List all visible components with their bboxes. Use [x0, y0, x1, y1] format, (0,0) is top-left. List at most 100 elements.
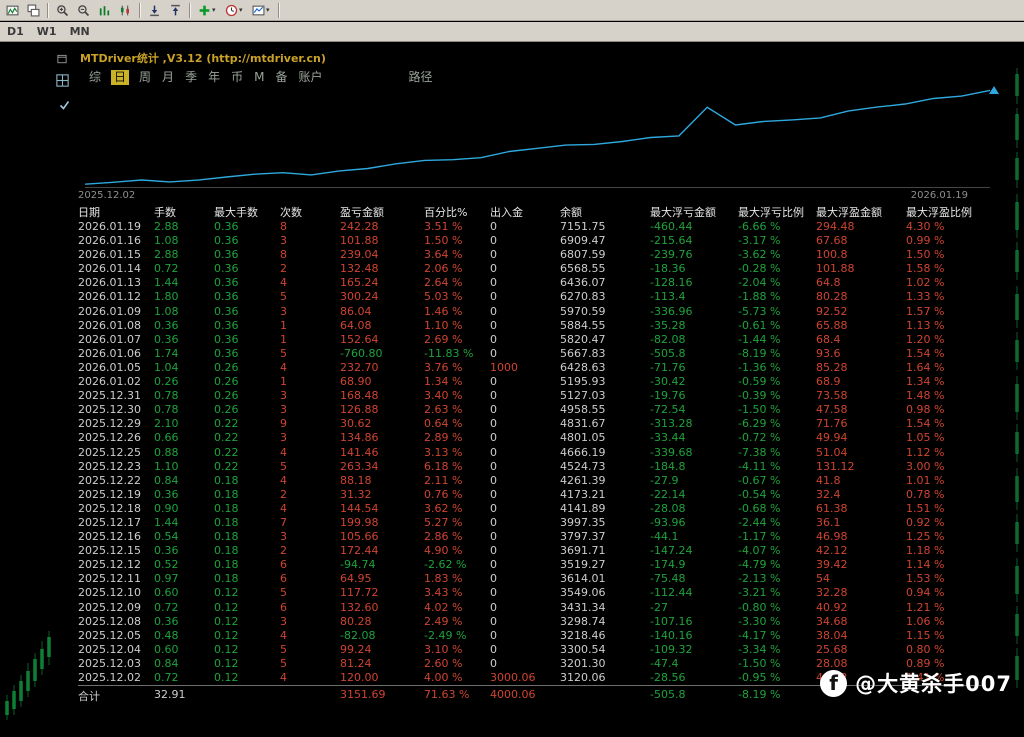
template-chart-icon[interactable]	[248, 2, 268, 19]
tab-月[interactable]: 月	[161, 70, 175, 85]
table-row[interactable]: 2025.12.040.600.12599.243.10 %03300.54-1…	[78, 643, 986, 657]
zoom-in-icon[interactable]	[52, 2, 72, 19]
table-cell: 0.90	[154, 502, 214, 516]
table-cell: 3431.34	[560, 601, 650, 615]
table-row[interactable]: 2025.12.292.100.22930.620.64 %04831.67-3…	[78, 417, 986, 431]
table-cell: 2025.12.08	[78, 615, 154, 629]
tab-币[interactable]: 币	[230, 70, 244, 85]
table-row[interactable]: 2025.12.220.840.18488.182.11 %04261.39-2…	[78, 474, 986, 488]
table-cell: 3614.01	[560, 572, 650, 586]
table-cell: 31.32	[340, 488, 424, 502]
zoom-out-icon[interactable]	[73, 2, 93, 19]
dropdown-caret-icon[interactable]: ▾	[212, 6, 220, 14]
table-row[interactable]: 2025.12.260.660.223134.862.89 %04801.05-…	[78, 431, 986, 445]
table-row[interactable]: 2026.01.061.740.365-760.80-11.83 %05667.…	[78, 347, 986, 361]
table-row[interactable]: 2025.12.050.480.124-82.08-2.49 %03218.46…	[78, 629, 986, 643]
table-cell: 0	[490, 530, 560, 544]
table-row[interactable]: 2026.01.080.360.36164.081.10 %05884.55-3…	[78, 319, 986, 333]
table-row[interactable]: 2025.12.160.540.183105.662.86 %03797.37-…	[78, 530, 986, 544]
check-icon[interactable]	[58, 96, 71, 115]
dropdown-caret-icon[interactable]: ▾	[239, 6, 247, 14]
tab-日[interactable]: 日	[111, 70, 129, 85]
table-cell: 3997.35	[560, 516, 650, 530]
dropdown-caret-icon[interactable]: ▾	[266, 6, 274, 14]
table-row[interactable]: 2025.12.080.360.12380.282.49 %03298.74-1…	[78, 615, 986, 629]
tab-M[interactable]: M	[253, 70, 265, 85]
table-row[interactable]: 2025.12.300.780.263126.882.63 %04958.55-…	[78, 403, 986, 417]
table-cell: 134.86	[340, 431, 424, 445]
bar-chart-icon[interactable]	[94, 2, 114, 19]
table-row[interactable]: 2026.01.152.880.368239.043.64 %06807.59-…	[78, 248, 986, 262]
table-cell: -19.76	[650, 389, 738, 403]
table-cell: 3.43 %	[424, 586, 490, 600]
import-data-icon[interactable]	[144, 2, 164, 19]
table-cell: 3000.06	[490, 671, 560, 685]
table-cell: 2025.12.04	[78, 643, 154, 657]
table-cell: 0.22	[214, 417, 280, 431]
table-cell: 4	[280, 671, 340, 685]
tab-季[interactable]: 季	[184, 70, 198, 85]
table-row[interactable]: 2025.12.310.780.263168.483.40 %05127.03-…	[78, 389, 986, 403]
table-row[interactable]: 2026.01.091.080.36386.041.46 %05970.59-3…	[78, 305, 986, 319]
add-indicator-icon[interactable]	[194, 2, 214, 19]
column-header: 最大浮盈金额	[816, 204, 906, 220]
table-row[interactable]: 2026.01.192.880.368242.283.51 %07151.75-…	[78, 220, 986, 234]
window-restore-icon[interactable]	[56, 50, 68, 69]
tab-综[interactable]: 综	[88, 70, 102, 85]
tab-年[interactable]: 年	[207, 70, 221, 85]
timeframe-mn[interactable]: MN	[67, 24, 93, 39]
table-row[interactable]: 2025.12.150.360.182172.444.90 %03691.71-…	[78, 544, 986, 558]
table-cell: 68.90	[340, 375, 424, 389]
table-cell: 1.44	[154, 276, 214, 290]
table-cell: 86.04	[340, 305, 424, 319]
tab-备[interactable]: 备	[274, 70, 288, 85]
table-row[interactable]: 2025.12.171.440.187199.985.27 %03997.35-…	[78, 516, 986, 530]
grid-settings-icon[interactable]	[56, 72, 69, 91]
table-cell: 2025.12.02	[78, 671, 154, 685]
table-cell: 2026.01.06	[78, 347, 154, 361]
table-cell: 0.48	[154, 629, 214, 643]
table-row[interactable]: 2026.01.070.360.361152.642.69 %05820.47-…	[78, 333, 986, 347]
new-order-icon[interactable]	[2, 2, 22, 19]
table-cell: 6807.59	[560, 248, 650, 262]
table-cell: -2.13 %	[738, 572, 816, 586]
tab-路径[interactable]: 路径	[408, 70, 434, 85]
tab-账户[interactable]: 账户	[297, 70, 323, 85]
table-row[interactable]: 2025.12.090.720.126132.604.02 %03431.34-…	[78, 601, 986, 615]
table-row[interactable]: 2025.12.190.360.18231.320.76 %04173.21-2…	[78, 488, 986, 502]
table-row[interactable]: 2025.12.180.900.184144.543.62 %04141.89-…	[78, 502, 986, 516]
table-row[interactable]: 2026.01.161.080.363101.881.50 %06909.47-…	[78, 234, 986, 248]
table-cell: -112.44	[650, 586, 738, 600]
table-row[interactable]: 2026.01.051.040.264232.703.76 %10006428.…	[78, 361, 986, 375]
table-row[interactable]: 2026.01.140.720.362132.482.06 %06568.55-…	[78, 262, 986, 276]
table-cell: 0	[490, 544, 560, 558]
equity-curve-chart[interactable]	[85, 87, 990, 188]
table-row[interactable]: 2025.12.110.970.18664.951.83 %03614.01-7…	[78, 572, 986, 586]
table-row[interactable]: 2026.01.020.260.26168.901.34 %05195.93-3…	[78, 375, 986, 389]
table-row[interactable]: 2026.01.121.800.365300.245.03 %06270.83-…	[78, 290, 986, 304]
table-cell: 1.10	[154, 460, 214, 474]
table-cell: -30.42	[650, 375, 738, 389]
export-data-icon[interactable]	[165, 2, 185, 19]
candle-chart-icon[interactable]	[115, 2, 135, 19]
table-row[interactable]: 2025.12.250.880.224141.463.13 %04666.19-…	[78, 446, 986, 460]
table-cell: 2025.12.17	[78, 516, 154, 530]
table-row[interactable]: 2025.12.100.600.125117.723.43 %03549.06-…	[78, 586, 986, 600]
table-row[interactable]: 2025.12.231.100.225263.346.18 %04524.73-…	[78, 460, 986, 474]
scroll-up-arrow-icon[interactable]	[989, 86, 999, 94]
table-cell: -1.50 %	[738, 657, 816, 671]
table-cell: 126.88	[340, 403, 424, 417]
timeframe-d1[interactable]: D1	[4, 24, 27, 39]
table-cell: 6.18 %	[424, 460, 490, 474]
table-cell: 4.02 %	[424, 601, 490, 615]
toolbar-separator	[47, 3, 48, 18]
column-header: 出入金	[490, 204, 560, 220]
table-cell: 0	[490, 586, 560, 600]
period-clock-icon[interactable]	[221, 2, 241, 19]
table-cell: 1.01 %	[906, 474, 986, 488]
tab-周[interactable]: 周	[138, 70, 152, 85]
timeframe-w1[interactable]: W1	[34, 24, 60, 39]
table-row[interactable]: 2026.01.131.440.364165.242.64 %06436.07-…	[78, 276, 986, 290]
tile-windows-icon[interactable]	[23, 2, 43, 19]
table-row[interactable]: 2025.12.120.520.186-94.74-2.62 %03519.27…	[78, 558, 986, 572]
